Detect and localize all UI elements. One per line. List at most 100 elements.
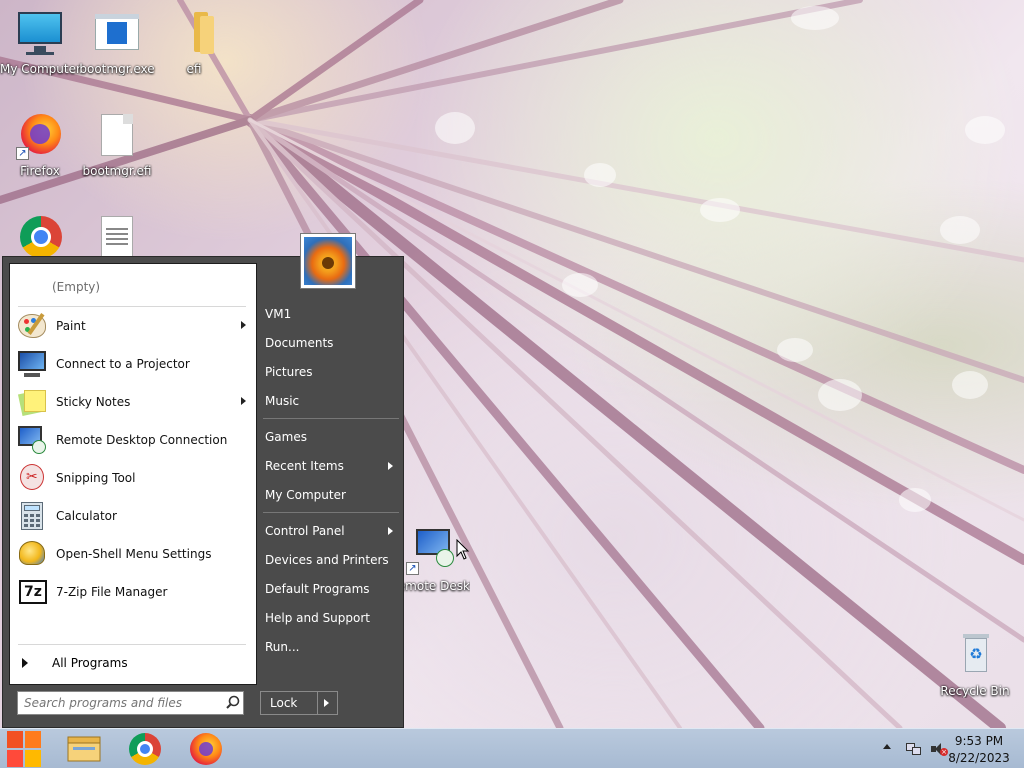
paint-icon — [16, 310, 48, 342]
firefox-icon — [190, 733, 222, 765]
triangle-right-icon — [22, 658, 28, 668]
start-right-documents[interactable]: Documents — [265, 330, 399, 356]
all-programs-label: All Programs — [52, 656, 128, 670]
flower-picture-icon — [304, 237, 352, 285]
start-right-help-support[interactable]: Help and Support — [265, 605, 399, 631]
open-shell-icon — [16, 538, 48, 570]
recycle-bin-icon: ♻ — [951, 632, 999, 680]
submenu-arrow-icon — [241, 321, 246, 329]
lock-button[interactable]: Lock — [260, 691, 318, 715]
menu-label: Documents — [265, 336, 334, 350]
desktop-icon-bootmgr-exe[interactable]: bootmgr.exe — [77, 10, 157, 76]
menu-label: Default Programs — [265, 582, 370, 596]
menu-label: Help and Support — [265, 611, 370, 625]
start-right-default-programs[interactable]: Default Programs — [265, 576, 399, 602]
start-right-recent-items[interactable]: Recent Items — [265, 453, 399, 479]
text-file-icon — [93, 214, 141, 262]
desktop-icon-my-computer[interactable]: My Computer — [0, 10, 80, 76]
program-label: Open-Shell Menu Settings — [56, 547, 212, 561]
start-right-my-computer[interactable]: My Computer — [265, 482, 399, 508]
start-right-devices-printers[interactable]: Devices and Printers — [265, 547, 399, 573]
desktop-icon-firefox[interactable]: ↗ Firefox — [0, 112, 80, 178]
folder-icon — [67, 736, 101, 762]
separator — [263, 418, 399, 419]
start-button[interactable] — [0, 729, 50, 768]
desktop-icon-label: efi — [186, 62, 202, 76]
program-connect-projector[interactable]: Connect to a Projector — [12, 346, 254, 382]
program-7zip[interactable]: 7z 7-Zip File Manager — [12, 574, 254, 610]
program-label: Sticky Notes — [56, 395, 131, 409]
search-icon[interactable] — [223, 693, 243, 713]
start-right-control-panel[interactable]: Control Panel — [265, 518, 399, 544]
start-right-pictures[interactable]: Pictures — [265, 359, 399, 385]
recent-empty-label: (Empty) — [52, 280, 101, 294]
start-menu-programs-pane: (Empty) Paint Connect to a Projector Sti… — [9, 263, 257, 685]
start-right-games[interactable]: Games — [265, 424, 399, 450]
menu-label: VM1 — [265, 307, 292, 321]
calculator-icon — [16, 500, 48, 532]
shortcut-arrow-icon: ↗ — [16, 147, 29, 160]
chrome-icon — [16, 214, 64, 262]
executable-icon — [93, 10, 141, 58]
menu-label: My Computer — [265, 488, 346, 502]
shutdown-options-button[interactable] — [318, 691, 338, 715]
start-menu: (Empty) Paint Connect to a Projector Sti… — [2, 256, 404, 728]
firefox-icon: ↗ — [16, 112, 64, 160]
program-calculator[interactable]: Calculator — [12, 498, 254, 534]
program-label: Calculator — [56, 509, 117, 523]
menu-label: Pictures — [265, 365, 313, 379]
menu-label: Devices and Printers — [265, 553, 389, 567]
submenu-arrow-icon — [388, 462, 393, 470]
menu-label: Control Panel — [265, 524, 345, 538]
shortcut-arrow-icon: ↗ — [406, 562, 419, 575]
start-right-music[interactable]: Music — [265, 388, 399, 414]
program-sticky-notes[interactable]: Sticky Notes — [12, 384, 254, 420]
taskbar: × 9:53 PM 8/22/2023 — [0, 728, 1024, 768]
program-remote-desktop[interactable]: Remote Desktop Connection — [12, 422, 254, 458]
desktop-icon-bootmgr-efi[interactable]: bootmgr.efi — [77, 112, 157, 178]
user-avatar[interactable] — [300, 233, 356, 289]
program-label: Remote Desktop Connection — [56, 433, 228, 447]
program-label: Connect to a Projector — [56, 357, 190, 371]
program-open-shell-settings[interactable]: Open-Shell Menu Settings — [12, 536, 254, 572]
menu-label: Recent Items — [265, 459, 344, 473]
clock-time[interactable]: 9:53 PM — [944, 734, 1014, 748]
submenu-arrow-icon — [388, 527, 393, 535]
program-label: 7-Zip File Manager — [56, 585, 168, 599]
sticky-notes-icon — [16, 386, 48, 418]
folder-icon — [170, 10, 218, 58]
triangle-right-icon — [324, 699, 329, 707]
show-hidden-icons-button[interactable] — [883, 744, 891, 749]
program-snipping-tool[interactable]: ✂ Snipping Tool — [12, 460, 254, 496]
desktop-icon-recycle-bin[interactable]: ♻ Recycle Bin — [935, 632, 1015, 698]
separator — [263, 512, 399, 513]
desktop-icon-label: Recycle Bin — [940, 684, 1010, 698]
mouse-cursor-icon — [456, 539, 470, 560]
all-programs-button[interactable]: All Programs — [12, 652, 254, 674]
windows-logo-icon — [7, 731, 41, 767]
clock-date[interactable]: 8/22/2023 — [944, 751, 1014, 765]
separator — [18, 644, 246, 645]
file-icon — [93, 112, 141, 160]
desktop-icon-efi[interactable]: efi — [154, 10, 234, 76]
search-box[interactable] — [17, 691, 244, 715]
program-label: Snipping Tool — [56, 471, 136, 485]
taskbar-chrome[interactable] — [121, 731, 169, 767]
menu-label: Music — [265, 394, 300, 408]
network-icon[interactable] — [906, 741, 922, 757]
desktop-icon-label: bootmgr.efi — [82, 164, 152, 178]
program-label: Paint — [56, 319, 86, 333]
snipping-tool-icon: ✂ — [16, 462, 48, 494]
menu-label: Run... — [265, 640, 300, 654]
start-right-vm1[interactable]: VM1 — [265, 301, 399, 327]
desktop-icon-label: My Computer — [0, 62, 80, 76]
search-input[interactable] — [24, 693, 223, 713]
taskbar-file-explorer[interactable] — [60, 731, 108, 767]
separator — [18, 306, 246, 307]
taskbar-firefox[interactable] — [182, 731, 230, 767]
start-right-run[interactable]: Run... — [265, 634, 399, 660]
program-paint[interactable]: Paint — [12, 308, 254, 344]
remote-desktop-icon: ↗ — [406, 527, 454, 575]
projector-icon — [16, 348, 48, 380]
lock-label: Lock — [270, 696, 298, 710]
